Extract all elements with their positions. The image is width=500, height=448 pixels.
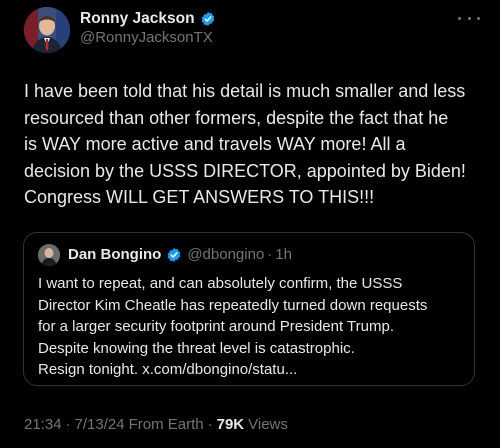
tweet-text: I have been told that his detail is much… [24,81,466,207]
verified-badge-icon [166,247,182,263]
author-avatar[interactable] [24,7,70,53]
views-count[interactable]: 79K [217,416,245,433]
quote-timestamp: 1h [275,246,292,263]
quote-author-handle: @dbongino [187,246,265,263]
author-handle[interactable]: @RonnyJacksonTX [80,29,213,46]
quote-separator: · [267,246,273,263]
quoted-tweet-card[interactable]: Dan Bongino @dbongino · 1h I want to rep… [23,232,475,386]
quote-author-avatar [38,244,60,266]
more-options-icon[interactable] [458,10,480,26]
separator: · [65,416,71,433]
more-dot [477,16,480,20]
tweet-source: From Earth [128,416,204,433]
tweet-metadata: 21:34 · 7/13/24 From Earth · 79K Views [24,416,288,433]
tweet-date[interactable]: 7/13/24 [75,416,125,433]
more-dot [467,16,471,20]
verified-badge-icon [200,11,216,27]
more-dot [458,16,461,20]
tweet-time[interactable]: 21:34 [24,416,62,433]
author-name[interactable]: Ronny Jackson [80,10,195,28]
separator: · [207,416,213,433]
quote-text: I want to repeat, and can absolutely con… [38,275,428,378]
views-label: Views [248,416,288,433]
author-name-row[interactable]: Ronny Jackson [80,10,216,28]
quote-author-name: Dan Bongino [68,246,162,263]
quote-header: Dan Bongino @dbongino · 1h [68,246,292,263]
